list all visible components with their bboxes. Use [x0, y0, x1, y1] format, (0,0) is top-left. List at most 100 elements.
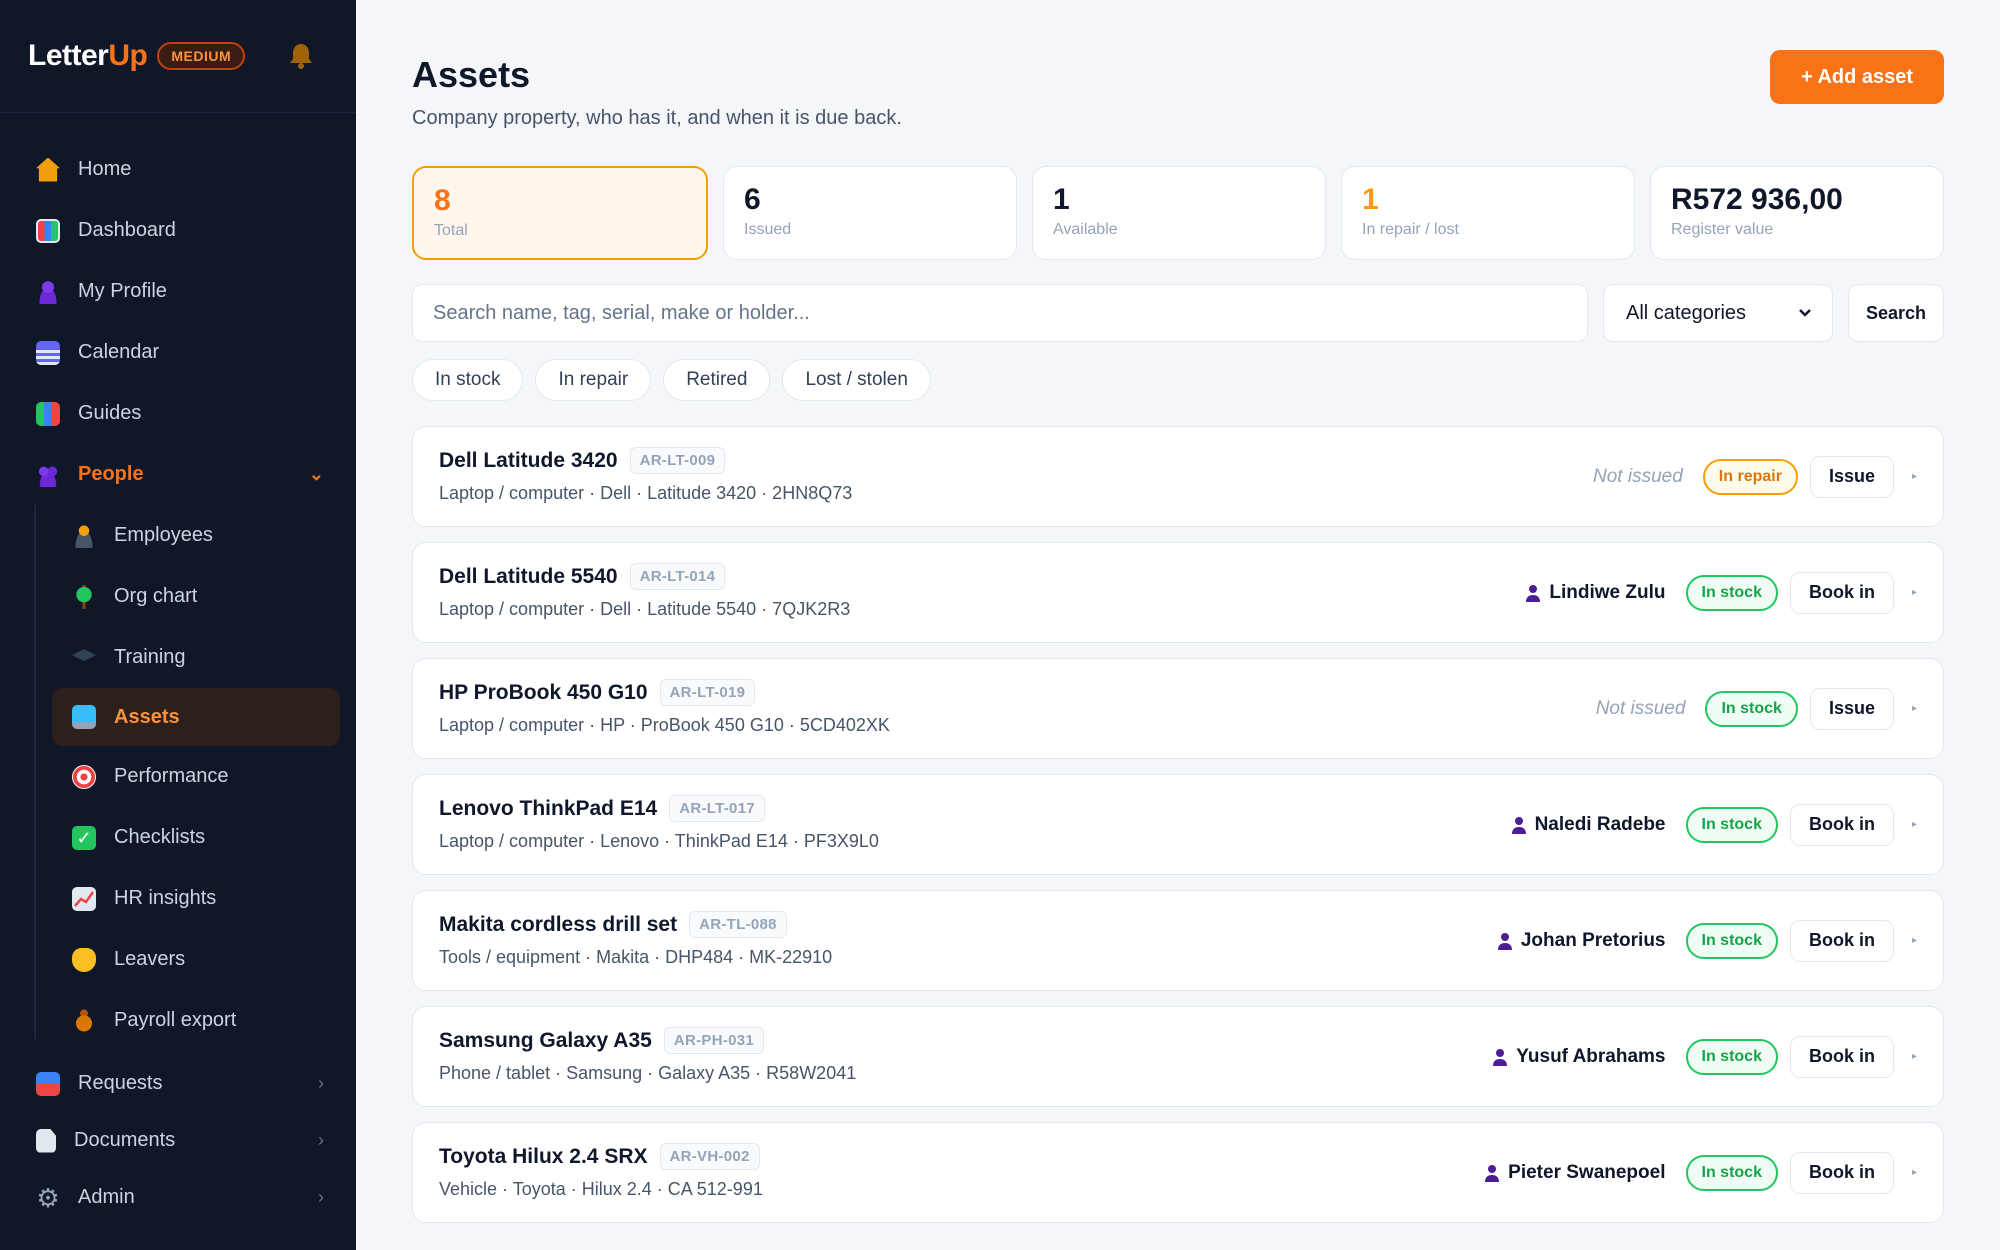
stat-card-repair-lost[interactable]: 1 In repair / lost [1341, 166, 1635, 260]
caret-right-icon[interactable]: ▸ [1912, 587, 1917, 598]
asset-holder-name: Yusuf Abrahams [1516, 1045, 1666, 1067]
stat-card-register-value: R572 936,00 Register value [1650, 166, 1944, 260]
sidebar-item-label: Calendar [78, 341, 160, 363]
bell-icon[interactable] [288, 42, 314, 70]
app-logo[interactable]: LetterUp [28, 39, 148, 73]
document-icon [36, 1128, 56, 1153]
chevron-right-icon[interactable]: › [318, 1130, 324, 1151]
stat-card-total[interactable]: 8 Total [412, 166, 708, 260]
search-input[interactable] [412, 284, 1588, 342]
status-badge: In stock [1685, 922, 1778, 959]
search-button[interactable]: Search [1848, 284, 1944, 342]
filter-in-repair[interactable]: In repair [535, 359, 652, 401]
asset-row[interactable]: Toyota Hilux 2.4 SRX AR-VH-002 Vehicle ·… [412, 1122, 1944, 1223]
filter-in-stock[interactable]: In stock [412, 359, 524, 401]
asset-actions: Lindiwe Zulu In stock Book in ▸ [1525, 543, 1917, 642]
caret-right-icon[interactable]: ▸ [1912, 1051, 1917, 1062]
asset-holder[interactable]: Yusuf Abrahams [1492, 1045, 1666, 1068]
sidebar-item-label: Payroll export [114, 1009, 237, 1031]
asset-name[interactable]: Lenovo ThinkPad E14 [439, 797, 657, 821]
asset-holder[interactable]: Naledi Radebe [1511, 814, 1666, 836]
asset-holder[interactable]: Lindiwe Zulu [1525, 581, 1666, 604]
sidebar-item-calendar[interactable]: Calendar [0, 322, 356, 383]
sidebar-item-employees[interactable]: Employees [0, 505, 356, 566]
asset-row[interactable]: Makita cordless drill set AR-TL-088 Tool… [412, 890, 1944, 991]
book-in-button[interactable]: Book in [1789, 1151, 1894, 1194]
sidebar-item-my-profile[interactable]: My Profile [0, 261, 356, 322]
sidebar-item-documents[interactable]: Documents › [0, 1112, 356, 1169]
status-badge: In stock [1685, 1038, 1778, 1075]
asset-actions: Naledi Radebe In stock Book in ▸ [1511, 775, 1917, 874]
asset-name[interactable]: Dell Latitude 3420 [439, 449, 618, 473]
asset-row[interactable]: HP ProBook 450 G10 AR-LT-019 Laptop / co… [412, 658, 1944, 759]
asset-row[interactable]: Lenovo ThinkPad E14 AR-LT-017 Laptop / c… [412, 774, 1944, 875]
employee-icon [72, 523, 96, 548]
sidebar-item-performance[interactable]: Performance [0, 746, 356, 807]
sidebar-item-guides[interactable]: Guides [0, 383, 356, 444]
category-select[interactable]: All categories [1603, 284, 1833, 342]
asset-holder[interactable]: Johan Pretorius [1497, 930, 1666, 952]
asset-name[interactable]: Toyota Hilux 2.4 SRX [439, 1145, 648, 1169]
sidebar-item-org-chart[interactable]: Org chart [0, 566, 356, 627]
stat-card-available[interactable]: 1 Available [1032, 166, 1326, 260]
caret-right-icon[interactable]: ▸ [1912, 935, 1917, 946]
asset-name[interactable]: HP ProBook 450 G10 [439, 681, 648, 705]
stat-card-issued[interactable]: 6 Issued [723, 166, 1017, 260]
sidebar-item-payroll-export[interactable]: Payroll export [0, 990, 356, 1051]
sidebar-item-assets[interactable]: Assets [52, 688, 340, 746]
add-asset-button[interactable]: + Add asset [1770, 50, 1944, 104]
caret-right-icon[interactable]: ▸ [1912, 471, 1917, 482]
people-icon [36, 462, 60, 487]
sidebar-item-admin[interactable]: ⚙ Admin › [0, 1169, 356, 1226]
asset-holder-name: Lindiwe Zulu [1549, 581, 1666, 603]
asset-holder[interactable]: Pieter Swanepoel [1484, 1162, 1666, 1184]
waving-hand-icon [72, 947, 96, 972]
category-select-value: All categories [1626, 301, 1747, 324]
sidebar-item-requests[interactable]: Requests › [0, 1055, 356, 1112]
asset-tag: AR-LT-017 [669, 795, 765, 822]
sidebar-item-checklists[interactable]: ✓ Checklists [0, 807, 356, 868]
book-in-button[interactable]: Book in [1789, 919, 1894, 962]
asset-holder-name: Johan Pretorius [1520, 929, 1666, 951]
chevron-right-icon[interactable]: › [318, 1073, 324, 1094]
money-bag-icon [72, 1008, 96, 1033]
sidebar-item-hr-insights[interactable]: HR insights [0, 868, 356, 929]
asset-name[interactable]: Dell Latitude 5540 [439, 565, 618, 589]
caret-right-icon[interactable]: ▸ [1912, 1167, 1917, 1178]
stat-label: Register value [1671, 221, 1774, 238]
sidebar-item-dashboard[interactable]: Dashboard [0, 200, 356, 261]
inbox-icon [36, 1071, 60, 1096]
issue-button[interactable]: Issue [1809, 455, 1894, 498]
issue-button[interactable]: Issue [1809, 687, 1894, 730]
asset-row[interactable]: Dell Latitude 3420 AR-LT-009 Laptop / co… [412, 426, 1944, 527]
bar-chart-icon [36, 218, 60, 243]
gear-icon: ⚙ [36, 1182, 60, 1213]
asset-tag: AR-TL-088 [689, 911, 787, 938]
asset-name[interactable]: Samsung Galaxy A35 [439, 1029, 652, 1053]
filter-retired[interactable]: Retired [663, 359, 771, 401]
calendar-icon [36, 340, 60, 365]
stat-value: 1 [1053, 183, 1070, 216]
chevron-right-icon[interactable]: › [318, 1187, 324, 1208]
sidebar-item-training[interactable]: Training [0, 627, 356, 688]
book-in-button[interactable]: Book in [1789, 1035, 1894, 1078]
sidebar-item-label: HR insights [114, 887, 217, 909]
asset-holder-name: Naledi Radebe [1534, 813, 1666, 835]
caret-right-icon[interactable]: ▸ [1912, 819, 1917, 830]
chevron-down-icon[interactable]: ⌄ [309, 464, 324, 485]
not-issued-label: Not issued [1593, 465, 1683, 487]
book-in-button[interactable]: Book in [1789, 571, 1894, 614]
asset-name[interactable]: Makita cordless drill set [439, 913, 677, 937]
filter-chips: In stock In repair Retired Lost / stolen [412, 359, 931, 401]
sidebar-item-people[interactable]: People ⌄ [0, 444, 356, 505]
sidebar-item-leavers[interactable]: Leavers [0, 929, 356, 990]
sidebar-item-label: Employees [114, 524, 213, 546]
person-icon [36, 279, 60, 304]
book-in-button[interactable]: Book in [1789, 803, 1894, 846]
person-icon [1511, 816, 1526, 834]
sidebar-item-home[interactable]: Home [0, 139, 356, 200]
caret-right-icon[interactable]: ▸ [1912, 703, 1917, 714]
asset-row[interactable]: Dell Latitude 5540 AR-LT-014 Laptop / co… [412, 542, 1944, 643]
filter-lost-stolen[interactable]: Lost / stolen [782, 359, 931, 401]
asset-row[interactable]: Samsung Galaxy A35 AR-PH-031 Phone / tab… [412, 1006, 1944, 1107]
